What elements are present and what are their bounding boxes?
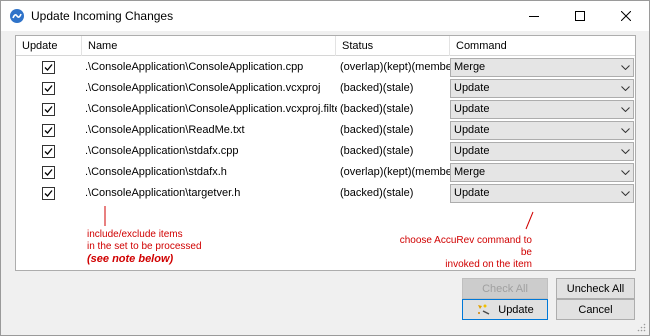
update-button[interactable]: Update xyxy=(462,299,548,320)
minimize-icon xyxy=(529,16,539,17)
changes-table: Update Name Status Command .\ConsoleAppl… xyxy=(15,35,636,271)
cancel-button[interactable]: Cancel xyxy=(556,299,635,320)
close-icon xyxy=(621,11,631,21)
annotation-text: invoked on the item xyxy=(445,259,532,270)
close-button[interactable] xyxy=(603,1,649,31)
annotation-note: (see note below) xyxy=(87,253,174,265)
resize-grip-icon[interactable] xyxy=(636,322,646,332)
annotation-text: choose AccuRev command to be xyxy=(399,235,532,258)
uncheck-all-button[interactable]: Uncheck All xyxy=(556,278,635,299)
title-bar: Update Incoming Changes xyxy=(1,1,649,31)
annotation-text: in the set to be processed xyxy=(87,241,202,252)
annotation-choose-command: choose AccuRev command to be invoked on … xyxy=(388,235,532,271)
update-sparkle-icon xyxy=(476,303,490,316)
window-title: Update Incoming Changes xyxy=(31,9,174,23)
annotation-include-exclude: include/exclude items in the set to be p… xyxy=(87,229,202,265)
annotation-text: include/exclude items xyxy=(87,229,183,240)
right-pointer-line xyxy=(525,211,534,230)
maximize-button[interactable] xyxy=(557,1,603,31)
check-all-button[interactable]: Check All xyxy=(462,278,548,299)
update-incoming-changes-dialog: Update Incoming Changes Update Name Stat… xyxy=(0,0,650,336)
maximize-icon xyxy=(575,11,585,21)
accurev-logo-icon xyxy=(10,9,24,23)
update-button-label: Update xyxy=(498,303,534,316)
minimize-button[interactable] xyxy=(511,1,557,31)
